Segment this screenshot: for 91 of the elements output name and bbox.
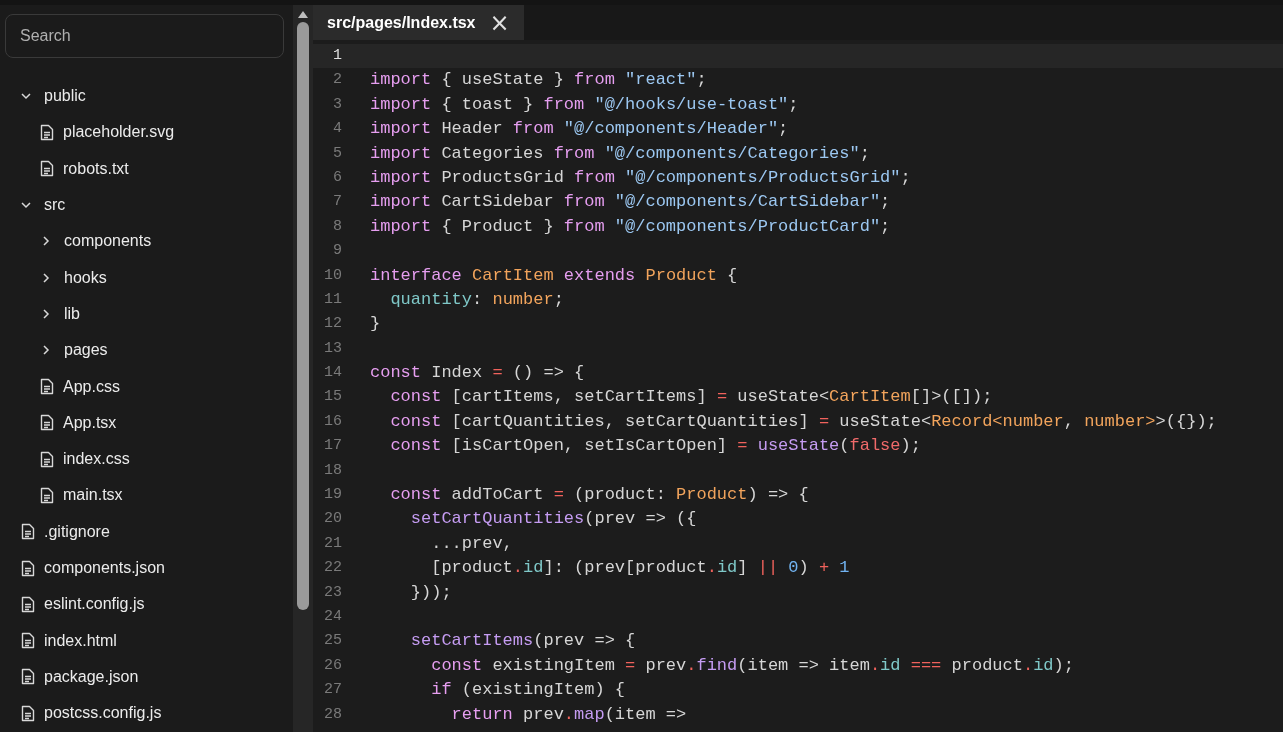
file-name[interactable]: eslint.config.js [44, 592, 145, 617]
line-number: 21 [323, 533, 342, 554]
chevron-right-icon[interactable] [40, 235, 52, 248]
code-line: setCartQuantities(prev => ({ [409, 508, 697, 531]
search-field[interactable]: Search [5, 14, 284, 58]
scrollbar-thumb[interactable] [297, 22, 309, 610]
line-number: 17 [323, 436, 342, 457]
file-name[interactable]: main.tsx [63, 483, 123, 508]
close-icon[interactable]: × [489, 10, 510, 35]
code-line: } [370, 313, 381, 336]
code-line: [product.id]: (prev[product.id] || 0) + 1 [430, 557, 850, 580]
file-icon [21, 595, 35, 613]
file-name[interactable]: postcss.config.js [44, 701, 162, 726]
line-number: 24 [323, 607, 342, 627]
line-number: 28 [323, 704, 342, 725]
chevron-right-icon[interactable] [40, 344, 52, 357]
line-number: 27 [323, 680, 342, 701]
code-line: import { toast } from "@/hooks/use-toast"; [370, 93, 799, 116]
scroll-up-icon[interactable] [297, 10, 309, 19]
line-number: 4 [332, 119, 342, 140]
file-icon [40, 123, 54, 141]
line-number: 3 [332, 94, 342, 115]
folder-name[interactable]: components [64, 229, 152, 254]
code-line: const addToCart = (product: Product) => { [389, 484, 809, 507]
file-name[interactable]: components.json [44, 556, 165, 580]
chevron-right-icon[interactable] [40, 307, 52, 320]
code-line: const [cartQuantities, setCartQuantities] = useState<Record<number, number>>({}); [389, 410, 1217, 433]
code-line: import ProductsGrid from "@/components/ProductsGrid"; [370, 166, 911, 189]
folder-name[interactable]: public [44, 84, 86, 109]
line-number: 1 [332, 46, 342, 66]
code-line: const [isCartOpen, setIsCartOpen] = useState(false); [389, 435, 921, 458]
file-icon [21, 704, 35, 722]
file-name[interactable]: index.css [63, 447, 130, 472]
line-number: 19 [323, 485, 342, 506]
line-number: 11 [323, 289, 342, 310]
code-line: interface CartItem extends Product { [370, 264, 738, 287]
line-number: 13 [323, 338, 342, 359]
file-name[interactable]: App.css [63, 374, 120, 399]
file-name[interactable]: index.html [44, 628, 117, 653]
file-icon [40, 486, 54, 504]
file-icon [40, 378, 54, 395]
line-number: 23 [323, 582, 342, 603]
code-line: ...prev, [430, 532, 513, 555]
file-name[interactable]: App.tsx [63, 410, 117, 435]
code-line: })); [409, 581, 452, 604]
code-line: import CartSidebar from "@/components/CartSidebar"; [370, 191, 891, 214]
code-line: import { useState } from "react"; [370, 69, 707, 92]
file-icon [21, 632, 35, 650]
folder-name[interactable]: src [44, 193, 66, 218]
line-number: 5 [332, 143, 342, 164]
line-number: 20 [323, 509, 342, 530]
folder-name[interactable]: lib [64, 301, 80, 326]
scrollbar[interactable] [293, 5, 313, 732]
folder-name[interactable]: pages [64, 338, 108, 363]
code-line: import Categories from "@/components/Categories"; [370, 142, 870, 165]
file-name[interactable]: package.json [44, 664, 139, 689]
line-number: 10 [323, 265, 342, 286]
file-icon [40, 414, 54, 432]
editor-tab[interactable]: src/pages/Index.tsx × [313, 5, 524, 40]
line-number: 12 [323, 314, 342, 335]
line-number: 16 [323, 411, 342, 432]
code-line: const existingItem = prev.find(item => item.id === product.id); [430, 654, 1074, 677]
code-line: const Index = () => { [370, 362, 585, 385]
file-icon [21, 523, 35, 541]
file-name[interactable]: robots.txt [63, 156, 129, 181]
line-number: 18 [323, 460, 342, 481]
line-number: 26 [323, 655, 342, 676]
file-name[interactable]: placeholder.svg [63, 120, 175, 145]
folder-name[interactable]: hooks [64, 265, 107, 290]
line-number: 8 [332, 216, 342, 237]
line-number: 9 [332, 241, 342, 262]
file-icon [21, 559, 35, 577]
chevron-right-icon[interactable] [40, 271, 52, 284]
line-number: 15 [323, 387, 342, 408]
line-number: 14 [323, 363, 342, 384]
file-icon [40, 160, 54, 178]
line-number: 25 [323, 631, 342, 652]
line-number: 7 [332, 192, 342, 213]
line-number: 22 [323, 558, 342, 579]
line-number: 2 [332, 70, 342, 91]
file-name[interactable]: .gitignore [44, 519, 110, 544]
code-line: return prev.map(item => [450, 703, 687, 726]
code-line: if (existingItem) { [430, 679, 626, 702]
code-line: import { Product } from "@/components/ProductCard"; [370, 215, 891, 238]
file-icon [40, 450, 54, 468]
code-line: import Header from "@/components/Header"; [370, 118, 789, 141]
line-number: 6 [332, 167, 342, 188]
code-line: quantity: number; [389, 288, 564, 311]
file-icon [21, 668, 35, 686]
code-line: const [cartItems, setCartItems] = useState<CartItem[]>([]); [389, 386, 993, 409]
code-line: setCartItems(prev => { [409, 630, 636, 653]
